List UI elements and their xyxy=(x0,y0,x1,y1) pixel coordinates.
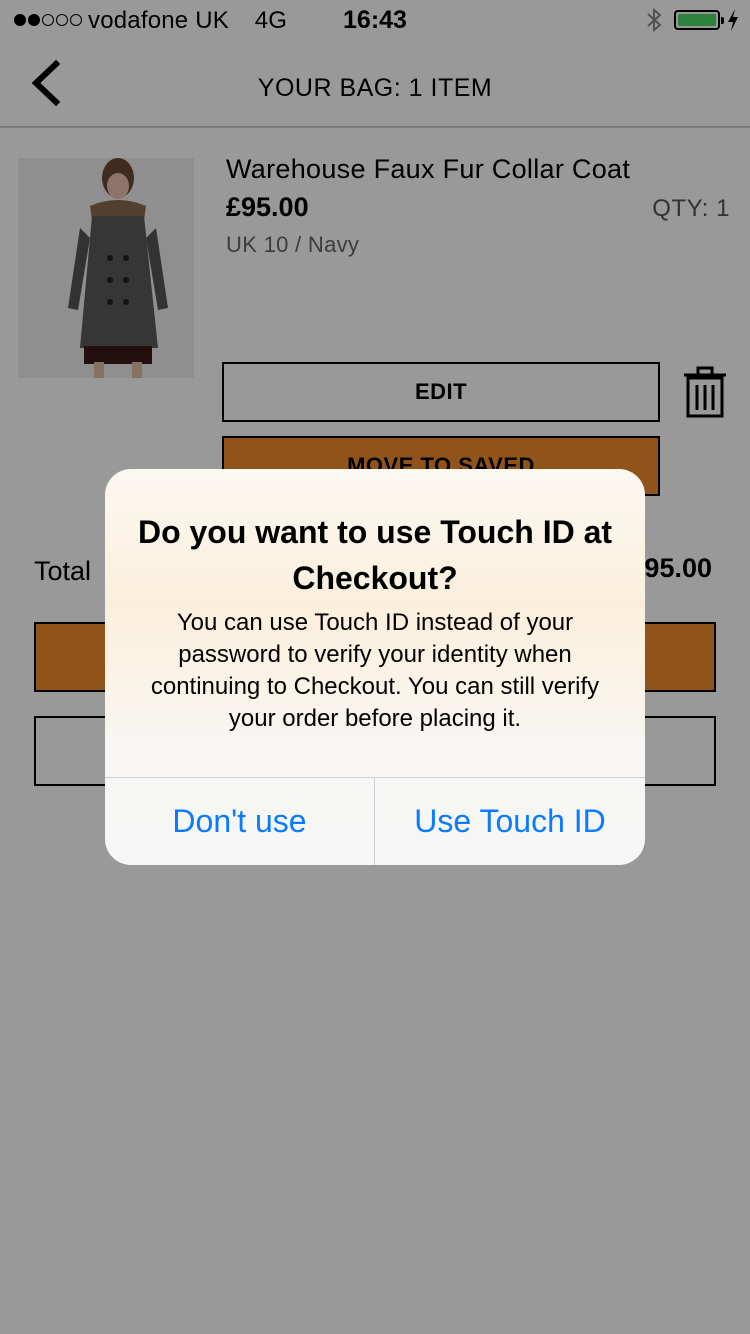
dont-use-button[interactable]: Don't use xyxy=(105,778,374,865)
alert-message: You can use Touch ID instead of your pas… xyxy=(150,609,600,732)
use-touch-id-button[interactable]: Use Touch ID xyxy=(375,778,645,865)
touch-id-alert: Do you want to use Touch ID at Checkout?… xyxy=(105,469,645,865)
alert-title: Do you want to use Touch ID at Checkout? xyxy=(137,514,613,596)
